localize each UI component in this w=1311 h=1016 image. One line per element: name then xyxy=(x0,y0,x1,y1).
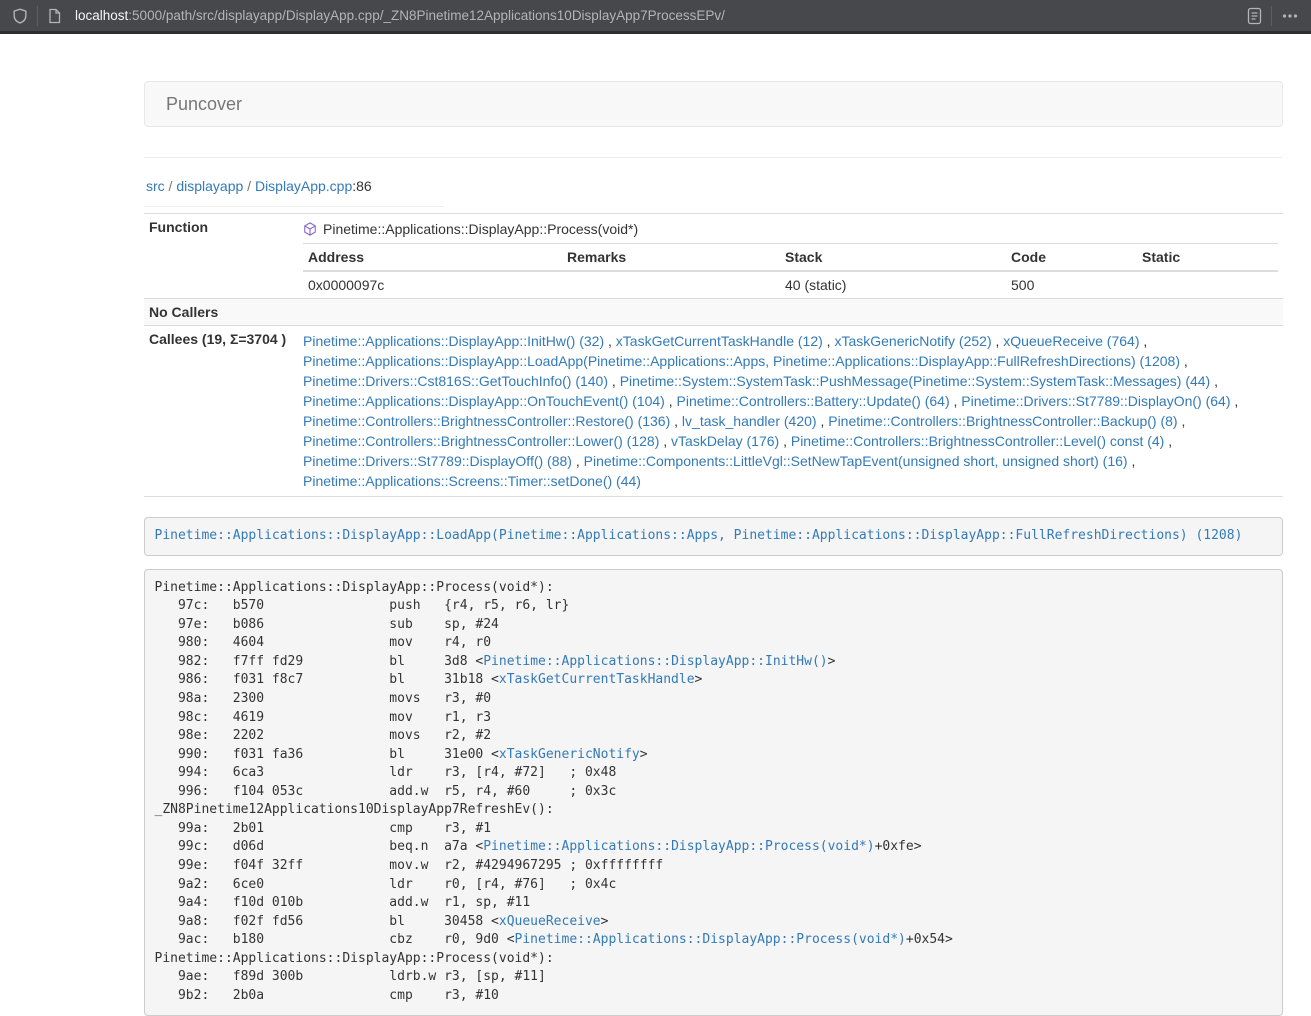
url-bar[interactable]: localhost:5000/path/src/displayapp/Displ… xyxy=(71,8,1238,23)
function-detail-table: Address Remarks Stack Code Static 0x0000… xyxy=(303,243,1278,298)
address-value: 0x0000097c xyxy=(303,271,562,298)
url-host: localhost xyxy=(75,8,128,23)
callee-link[interactable]: Pinetime::Components::LittleVgl::SetNewT… xyxy=(584,453,1128,469)
toolbar-divider xyxy=(37,6,38,26)
breadcrumb: src / displayapp / DisplayApp.cpp:86 xyxy=(146,178,1283,198)
code-symbol-link[interactable]: Pinetime::Applications::DisplayApp::Init… xyxy=(483,654,827,669)
code-line: 99e: f04f 32ff mov.w r2, #4294967295 ; 0… xyxy=(155,857,1273,876)
callee-link[interactable]: Pinetime::Controllers::BrightnessControl… xyxy=(828,413,1177,429)
code-line: Pinetime::Applications::DisplayApp::Proc… xyxy=(155,579,1273,598)
callee-link[interactable]: Pinetime::Controllers::BrightnessControl… xyxy=(303,413,670,429)
callee-link[interactable]: Pinetime::Controllers::BrightnessControl… xyxy=(791,433,1164,449)
browser-toolbar: localhost:5000/path/src/displayapp/Displ… xyxy=(0,0,1311,34)
code-line: 98c: 4619 mov r1, r3 xyxy=(155,709,1273,728)
code-line: 990: f031 fa36 bl 31e00 <xTaskGenericNot… xyxy=(155,746,1273,765)
code-line: 982: f7ff fd29 bl 3d8 <Pinetime::Applica… xyxy=(155,653,1273,672)
callees-row: Callees (19, Σ=3704 ) Pinetime::Applicat… xyxy=(144,326,1283,497)
callees-label: Callees (19, Σ=3704 ) xyxy=(144,326,298,497)
code-symbol-link[interactable]: xQueueReceive xyxy=(499,914,601,929)
reader-view-icon[interactable] xyxy=(1247,7,1262,25)
url-path: :5000/path/src/displayapp/DisplayApp.cpp… xyxy=(128,8,725,23)
code-line: 99c: d06d beq.n a7a <Pinetime::Applicati… xyxy=(155,838,1273,857)
code-line: 9ac: b180 cbz r0, 9d0 <Pinetime::Applica… xyxy=(155,931,1273,950)
shield-icon[interactable] xyxy=(12,8,28,24)
callee-link[interactable]: Pinetime::Drivers::Cst816S::GetTouchInfo… xyxy=(303,373,608,389)
callee-link[interactable]: Pinetime::Controllers::BrightnessControl… xyxy=(303,433,659,449)
column-header-remarks: Remarks xyxy=(562,244,780,272)
column-header-address: Address xyxy=(303,244,562,272)
column-header-code: Code xyxy=(1006,244,1137,272)
column-header-stack: Stack xyxy=(780,244,1006,272)
callee-link[interactable]: Pinetime::Applications::DisplayApp::Load… xyxy=(303,353,1180,369)
code-line: 99a: 2b01 cmp r3, #1 xyxy=(155,820,1273,839)
detail-data-row: 0x0000097c 40 (static) 500 xyxy=(303,271,1278,298)
overflow-menu-icon[interactable] xyxy=(1281,8,1299,24)
function-name: Pinetime::Applications::DisplayApp::Proc… xyxy=(323,221,638,237)
code-symbol-link[interactable]: Pinetime::Applications::DisplayApp::Proc… xyxy=(483,839,874,854)
highlighted-callee-box: Pinetime::Applications::DisplayApp::Load… xyxy=(144,517,1283,556)
code-symbol-link[interactable]: Pinetime::Applications::DisplayApp::Proc… xyxy=(515,932,906,947)
function-label: Function xyxy=(144,214,298,299)
callee-link[interactable]: Pinetime::Drivers::St7789::DisplayOff() … xyxy=(303,453,572,469)
breadcrumb-underline xyxy=(144,206,444,207)
breadcrumb-link-src[interactable]: src xyxy=(146,178,165,194)
no-callers-label: No Callers xyxy=(144,299,298,326)
code-line: 9ae: f89d 300b ldrb.w r3, [sp, #11] xyxy=(155,968,1273,987)
code-line: 98a: 2300 movs r3, #0 xyxy=(155,690,1273,709)
remarks-value xyxy=(562,271,780,298)
stack-value: 40 (static) xyxy=(780,271,1006,298)
callees-list: Pinetime::Applications::DisplayApp::Init… xyxy=(298,326,1283,497)
page-info-icon[interactable] xyxy=(47,8,62,24)
symbol-cube-icon xyxy=(303,222,317,236)
breadcrumb-separator: / xyxy=(165,178,177,194)
page-content: Puncover src / displayapp / DisplayApp.c… xyxy=(0,81,1311,1016)
callee-link[interactable]: Pinetime::Controllers::Battery::Update()… xyxy=(677,393,950,409)
code-line: 996: f104 053c add.w r5, r4, #60 ; 0x3c xyxy=(155,783,1273,802)
divider xyxy=(144,157,1283,158)
code-line: 9b2: 2b0a cmp r3, #10 xyxy=(155,987,1273,1006)
callee-link[interactable]: Pinetime::Drivers::St7789::DisplayOn() (… xyxy=(961,393,1230,409)
breadcrumb-link-displayapp[interactable]: displayapp xyxy=(176,178,243,194)
disassembly-content: Pinetime::Applications::DisplayApp::Proc… xyxy=(155,579,1273,1006)
callee-link[interactable]: Pinetime::System::SystemTask::PushMessag… xyxy=(620,373,1211,389)
no-callers-row: No Callers xyxy=(144,299,1283,326)
code-line: 9a8: f02f fd56 bl 30458 <xQueueReceive> xyxy=(155,913,1273,932)
code-line: 9a4: f10d 010b add.w r1, sp, #11 xyxy=(155,894,1273,913)
code-symbol-link[interactable]: xTaskGetCurrentTaskHandle xyxy=(499,672,695,687)
callee-link[interactable]: Pinetime::Applications::DisplayApp::OnTo… xyxy=(303,393,665,409)
function-row: Function Pinetime::Applications::Display… xyxy=(144,214,1283,299)
callee-link[interactable]: xTaskGetCurrentTaskHandle (12) xyxy=(616,333,823,349)
callee-link[interactable]: vTaskDelay (176) xyxy=(671,433,779,449)
callee-link[interactable]: Pinetime::Applications::Screens::Timer::… xyxy=(303,473,641,489)
code-line: 980: 4604 mov r4, r0 xyxy=(155,634,1273,653)
app-brand[interactable]: Puncover xyxy=(145,94,257,115)
symbol-table: Function Pinetime::Applications::Display… xyxy=(144,213,1283,497)
highlighted-callee-link[interactable]: Pinetime::Applications::DisplayApp::Load… xyxy=(155,528,1243,543)
navbar: Puncover xyxy=(144,81,1283,127)
toolbar-divider-2 xyxy=(1271,6,1272,26)
callee-link[interactable]: Pinetime::Applications::DisplayApp::Init… xyxy=(303,333,604,349)
breadcrumb-separator: / xyxy=(243,178,255,194)
detail-header-row: Address Remarks Stack Code Static xyxy=(303,244,1278,272)
code-line: 986: f031 f8c7 bl 31b18 <xTaskGetCurrent… xyxy=(155,671,1273,690)
code-line: _ZN8Pinetime12Applications10DisplayApp7R… xyxy=(155,801,1273,820)
code-line: 98e: 2202 movs r2, #2 xyxy=(155,727,1273,746)
callee-link[interactable]: xQueueReceive (764) xyxy=(1003,333,1139,349)
code-size-value: 500 xyxy=(1006,271,1137,298)
breadcrumb-line-number: :86 xyxy=(352,178,371,194)
code-line: Pinetime::Applications::DisplayApp::Proc… xyxy=(155,950,1273,969)
code-line: 994: 6ca3 ldr r3, [r4, #72] ; 0x48 xyxy=(155,764,1273,783)
code-line: 97c: b570 push {r4, r5, r6, lr} xyxy=(155,597,1273,616)
breadcrumb-link-file[interactable]: DisplayApp.cpp xyxy=(255,178,352,194)
static-value xyxy=(1137,271,1278,298)
callee-link[interactable]: xTaskGenericNotify (252) xyxy=(834,333,991,349)
code-line: 97e: b086 sub sp, #24 xyxy=(155,616,1273,635)
disassembly-block: Pinetime::Applications::DisplayApp::Proc… xyxy=(144,569,1283,1016)
callee-link[interactable]: lv_task_handler (420) xyxy=(682,413,817,429)
no-callers-cell xyxy=(298,299,1283,326)
column-header-static: Static xyxy=(1137,244,1278,272)
function-cell: Pinetime::Applications::DisplayApp::Proc… xyxy=(298,214,1283,299)
code-line: 9a2: 6ce0 ldr r0, [r4, #76] ; 0x4c xyxy=(155,876,1273,895)
code-symbol-link[interactable]: xTaskGenericNotify xyxy=(499,747,640,762)
